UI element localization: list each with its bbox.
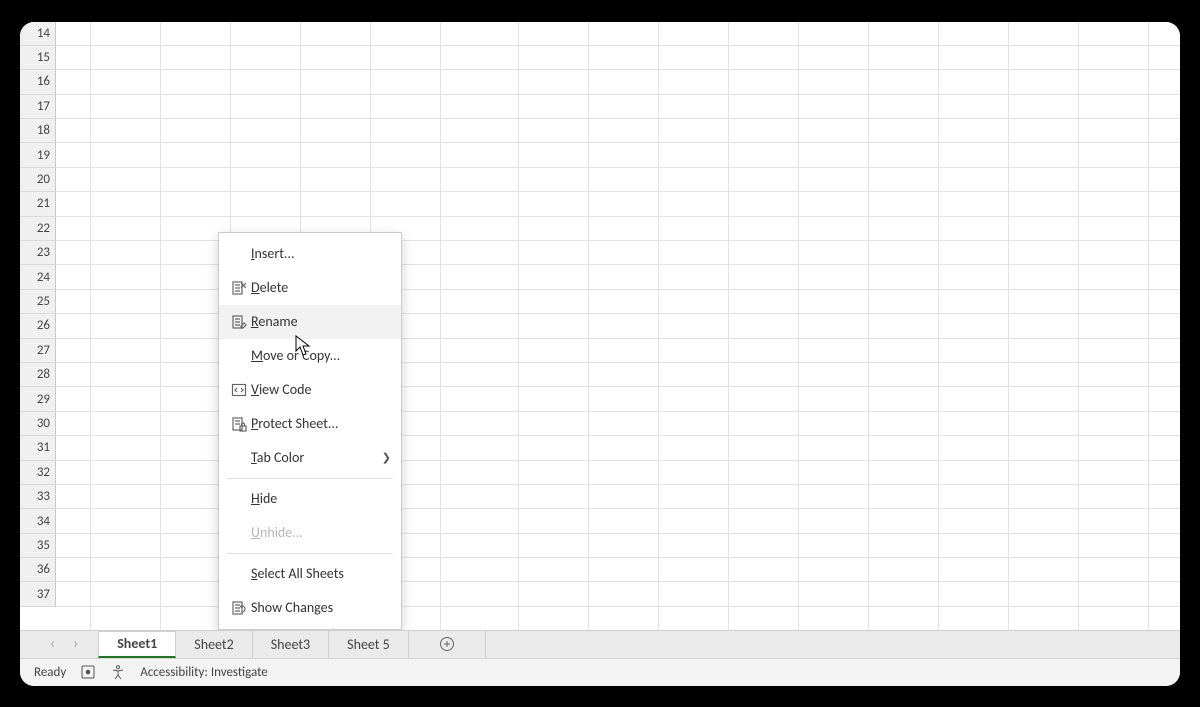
menu-item-insert[interactable]: Insert... [219, 237, 401, 271]
menu-item-label: Tab Color [251, 449, 376, 466]
row-header[interactable]: 35 [20, 534, 56, 558]
grid-row[interactable] [56, 46, 1180, 70]
menu-item-label: Delete [251, 279, 391, 296]
sheet-context-menu: Insert... Delete Rename Move or Copy... View… [218, 232, 402, 630]
row-header[interactable]: 27 [20, 339, 56, 363]
menu-item-label: Rename [251, 313, 391, 330]
tab-nav-next[interactable]: › [73, 637, 78, 652]
macro-record-icon[interactable] [80, 664, 96, 680]
row-header[interactable]: 24 [20, 265, 56, 289]
menu-item-protect[interactable]: Protect Sheet... [219, 407, 401, 441]
menu-separator [227, 553, 393, 554]
grid-row[interactable] [56, 22, 1180, 46]
row-header[interactable]: 37 [20, 582, 56, 606]
menu-item-move[interactable]: Move or Copy... [219, 339, 401, 373]
gridline [1078, 22, 1079, 630]
status-bar: Ready Accessibility: Investigate [20, 658, 1180, 686]
row-header[interactable]: 36 [20, 558, 56, 582]
sheet-rename-icon [227, 314, 251, 330]
add-sheet-button[interactable] [409, 631, 486, 658]
row-header[interactable]: 22 [20, 217, 56, 241]
menu-item-hide[interactable]: Hide [219, 482, 401, 516]
row-header[interactable]: 21 [20, 192, 56, 216]
gridline [518, 22, 519, 630]
chevron-right-icon: ❯ [376, 451, 391, 464]
gridline [1008, 22, 1009, 630]
tab-nav: ‹ › [36, 631, 98, 658]
sheet-tab-sheet3[interactable]: Sheet3 [253, 631, 329, 658]
worksheet-grid[interactable]: 1415161718192021222324252627282930313233… [20, 22, 1180, 630]
gridline [1148, 22, 1149, 630]
gridline [728, 22, 729, 630]
sheet-tabs: Sheet1Sheet2Sheet3Sheet 5 [98, 631, 409, 658]
excel-window: 1415161718192021222324252627282930313233… [20, 22, 1180, 686]
row-headers: 1415161718192021222324252627282930313233… [20, 22, 56, 607]
gridline [658, 22, 659, 630]
menu-item-label: Protect Sheet... [251, 415, 391, 432]
row-header[interactable]: 29 [20, 387, 56, 411]
menu-item-label: Show Changes [251, 599, 391, 616]
sheet-tab-strip: ‹ › Sheet1Sheet2Sheet3Sheet 5 [20, 630, 1180, 658]
menu-item-viewcode[interactable]: View Code [219, 373, 401, 407]
row-header[interactable]: 14 [20, 22, 56, 46]
gridline [868, 22, 869, 630]
row-header[interactable]: 32 [20, 461, 56, 485]
tab-nav-prev[interactable]: ‹ [50, 637, 55, 652]
grid-row[interactable] [56, 192, 1180, 216]
grid-row[interactable] [56, 95, 1180, 119]
gridline [938, 22, 939, 630]
menu-item-label: View Code [251, 381, 391, 398]
gridline [90, 22, 91, 630]
grid-row[interactable] [56, 119, 1180, 143]
menu-item-label: Unhide... [251, 524, 391, 541]
gridline [160, 22, 161, 630]
menu-item-label: Select All Sheets [251, 565, 391, 582]
row-header[interactable]: 20 [20, 168, 56, 192]
menu-item-delete[interactable]: Delete [219, 271, 401, 305]
row-header[interactable]: 18 [20, 119, 56, 143]
gridline [440, 22, 441, 630]
grid-row[interactable] [56, 70, 1180, 94]
row-header[interactable]: 25 [20, 290, 56, 314]
menu-item-unhide: Unhide... [219, 516, 401, 550]
menu-item-label: Hide [251, 490, 391, 507]
sheet-tab-sheet1[interactable]: Sheet1 [98, 631, 176, 658]
row-header[interactable]: 30 [20, 412, 56, 436]
changes-icon [227, 600, 251, 616]
status-state: Ready [34, 665, 66, 680]
row-header[interactable]: 28 [20, 363, 56, 387]
row-header[interactable]: 23 [20, 241, 56, 265]
row-header[interactable]: 31 [20, 436, 56, 460]
menu-separator [227, 478, 393, 479]
row-header[interactable]: 17 [20, 95, 56, 119]
accessibility-status[interactable]: Accessibility: Investigate [140, 665, 268, 680]
accessibility-icon[interactable] [110, 664, 126, 680]
row-header[interactable]: 26 [20, 314, 56, 338]
lock-sheet-icon [227, 416, 251, 432]
menu-item-label: Move or Copy... [251, 347, 391, 364]
menu-item-showchanges[interactable]: Show Changes [219, 591, 401, 625]
row-header[interactable]: 33 [20, 485, 56, 509]
plus-circle-icon [439, 636, 455, 652]
row-header[interactable]: 15 [20, 46, 56, 70]
grid-row[interactable] [56, 143, 1180, 167]
sheet-delete-icon [227, 280, 251, 296]
row-header[interactable]: 16 [20, 70, 56, 94]
menu-item-label: Insert... [251, 245, 391, 262]
menu-item-tabcolor[interactable]: Tab Color❯ [219, 441, 401, 475]
row-header[interactable]: 19 [20, 143, 56, 167]
menu-item-selectall[interactable]: Select All Sheets [219, 557, 401, 591]
grid-row[interactable] [56, 168, 1180, 192]
row-header[interactable]: 34 [20, 509, 56, 533]
gridline [798, 22, 799, 630]
gridline [588, 22, 589, 630]
code-icon [227, 382, 251, 398]
sheet-tab-sheet5[interactable]: Sheet 5 [329, 631, 409, 658]
sheet-tab-sheet2[interactable]: Sheet2 [176, 631, 252, 658]
menu-item-rename[interactable]: Rename [219, 305, 401, 339]
